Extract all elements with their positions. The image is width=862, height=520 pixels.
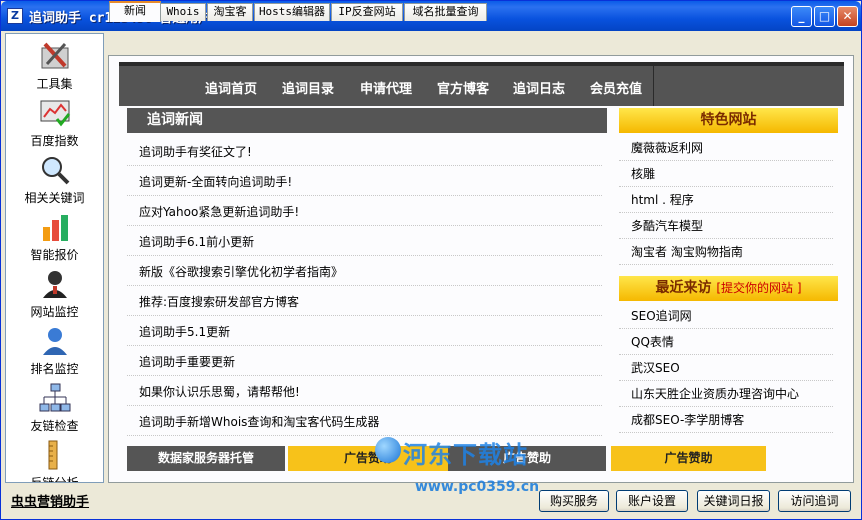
person-icon [43, 328, 67, 355]
sidebar-item-label: 百度指数 [30, 134, 79, 148]
keyword-daily-button[interactable]: 关键词日报 [697, 490, 770, 512]
news-item[interactable]: 推荐:百度搜索研发部官方博客 [127, 287, 602, 316]
toolbox-icon [41, 42, 69, 69]
watermark-logo-icon [375, 437, 401, 463]
tab-domain-batch[interactable]: 域名批量查询 [404, 3, 487, 21]
watermark-url: www.pc0359.cn [415, 479, 540, 495]
featured-site-link[interactable]: html . 程序 [619, 187, 833, 213]
news-title: 追词新闻 [127, 108, 607, 133]
news-item[interactable]: 追词助手有奖征文了! [127, 137, 602, 166]
news-item[interactable]: 追词助手6.1前小更新 [127, 227, 602, 256]
nav-log[interactable]: 追词日志 [513, 78, 565, 97]
maximize-button[interactable]: □ [814, 6, 835, 27]
brand-link[interactable]: 虫虫营销助手 [11, 491, 89, 510]
nav-directory[interactable]: 追词目录 [282, 78, 334, 97]
featured-sites: 特色网站 魔薇薇返利网 核雕 html . 程序 多酷汽车模型 淘宝者 淘宝购物… [619, 108, 838, 270]
watermark-text: 河东下载站 [403, 441, 528, 469]
news-item[interactable]: 追词更新-全面转向追词助手! [127, 167, 602, 196]
tab-taobaoke[interactable]: 淘宝客 [207, 3, 253, 21]
news-item[interactable]: 如果你认识乐思蜀，请帮帮他! [127, 377, 602, 406]
featured-site-link[interactable]: 魔薇薇返利网 [619, 135, 833, 161]
visit-zhuici-button[interactable]: 访问追词 [778, 490, 851, 512]
monitor-chart-icon [40, 100, 71, 127]
sidebar-item-related-keywords[interactable]: 相关关键词 [6, 150, 103, 207]
featured-site-link[interactable]: 淘宝者 淘宝购物指南 [619, 239, 833, 265]
news-item[interactable]: 追词助手新增Whois查询和淘宝客代码生成器 [127, 407, 602, 436]
hosting-banner[interactable]: 数据家服务器托管 [127, 446, 285, 471]
sidebar-item-rank-monitor[interactable]: 排名监控 [6, 321, 103, 378]
news-item[interactable]: 追词助手5.1更新 [127, 317, 602, 346]
site-nav: 追词首页 追词目录 申请代理 官方博客 追词日志 会员充值 [119, 62, 844, 106]
sidebar-item-label: 友链检查 [30, 419, 79, 433]
nav-blog[interactable]: 官方博客 [437, 78, 489, 97]
sidebar-item-smart-quote[interactable]: 智能报价 [6, 207, 103, 264]
sidebar-item-label: 排名监控 [30, 362, 79, 376]
submit-site-link[interactable]: [提交你的网站 ] [716, 281, 801, 295]
recent-title: 最近来访 [提交你的网站 ] [619, 276, 838, 301]
tab-news[interactable]: 新闻 [109, 1, 161, 22]
recent-site-link[interactable]: 武汉SEO [619, 355, 833, 381]
tab-ip-reverse[interactable]: IP反查网站 [331, 3, 403, 21]
buy-service-button[interactable]: 购买服务 [539, 490, 609, 512]
tab-hosts-editor[interactable]: Hosts编辑器 [254, 3, 330, 21]
sidebar-item-label: 工具集 [36, 77, 73, 91]
sidebar-item-label: 网站监控 [30, 305, 79, 319]
news-list: 追词新闻 追词助手有奖征文了! 追词更新-全面转向追词助手! 应对Yahoo紧急… [127, 108, 607, 440]
bar-chart-icon [43, 215, 68, 241]
sidebar-item-backlink-analysis[interactable]: 反链分析 [6, 435, 103, 483]
recent-site-link[interactable]: 山东天胜企业资质办理咨询中心 [619, 381, 833, 407]
sidebar-item-label: 反链分析 [30, 476, 79, 483]
nav-divider [653, 66, 654, 106]
recent-site-link[interactable]: QQ表情 [619, 329, 833, 355]
user-icon [43, 271, 67, 298]
nav-recharge[interactable]: 会员充值 [590, 78, 642, 97]
sidebar-item-friend-link-check[interactable]: 友链检查 [6, 378, 103, 435]
sidebar-item-toolset[interactable]: 工具集 [6, 36, 103, 93]
news-item[interactable]: 追词助手重要更新 [127, 347, 602, 376]
news-item[interactable]: 新版《谷歌搜索引擎优化初学者指南》 [127, 257, 602, 286]
recent-site-link[interactable]: SEO追词网 [619, 303, 833, 329]
tool-sidebar: 工具集 百度指数 相关关键词 智能报价 网站监控 排名监控 友链检查 反链分析 [5, 33, 104, 483]
watermark: 河东下载站 www.pc0359.cn [375, 435, 565, 495]
sidebar-item-label: 相关关键词 [24, 191, 85, 205]
nav-agent[interactable]: 申请代理 [360, 78, 412, 97]
nav-home[interactable]: 追词首页 [205, 78, 257, 97]
sidebar-item-site-monitor[interactable]: 网站监控 [6, 264, 103, 321]
featured-site-link[interactable]: 多酷汽车模型 [619, 213, 833, 239]
ruler-icon [48, 440, 58, 470]
minimize-button[interactable]: _ [791, 6, 812, 27]
news-panel: 追词首页 追词目录 申请代理 官方博客 追词日志 会员充值 追词新闻 追词助手有… [108, 55, 854, 483]
featured-title: 特色网站 [619, 108, 838, 133]
ad-banner-3[interactable]: 广告赞助 [611, 446, 766, 471]
featured-site-link[interactable]: 核雕 [619, 161, 833, 187]
magnifier-icon [42, 157, 70, 185]
network-icon [39, 383, 71, 412]
news-item[interactable]: 应对Yahoo紧急更新追词助手! [127, 197, 602, 226]
account-settings-button[interactable]: 账户设置 [616, 490, 688, 512]
recent-site-link[interactable]: 成都SEO-李学朋博客 [619, 407, 833, 433]
sidebar-item-label: 智能报价 [30, 248, 79, 262]
main-window: Z 追词助手 cr123456 普通用户 _ □ ✕ 工具集 百度指数 [0, 0, 862, 520]
app-icon: Z [7, 8, 23, 24]
recent-visits: 最近来访 [提交你的网站 ] SEO追词网 QQ表情 武汉SEO 山东天胜企业资… [619, 276, 838, 438]
recent-title-text: 最近来访 [655, 280, 712, 296]
close-button[interactable]: ✕ [837, 6, 858, 27]
tab-whois[interactable]: Whois [160, 3, 206, 21]
sidebar-item-baidu-index[interactable]: 百度指数 [6, 93, 103, 150]
